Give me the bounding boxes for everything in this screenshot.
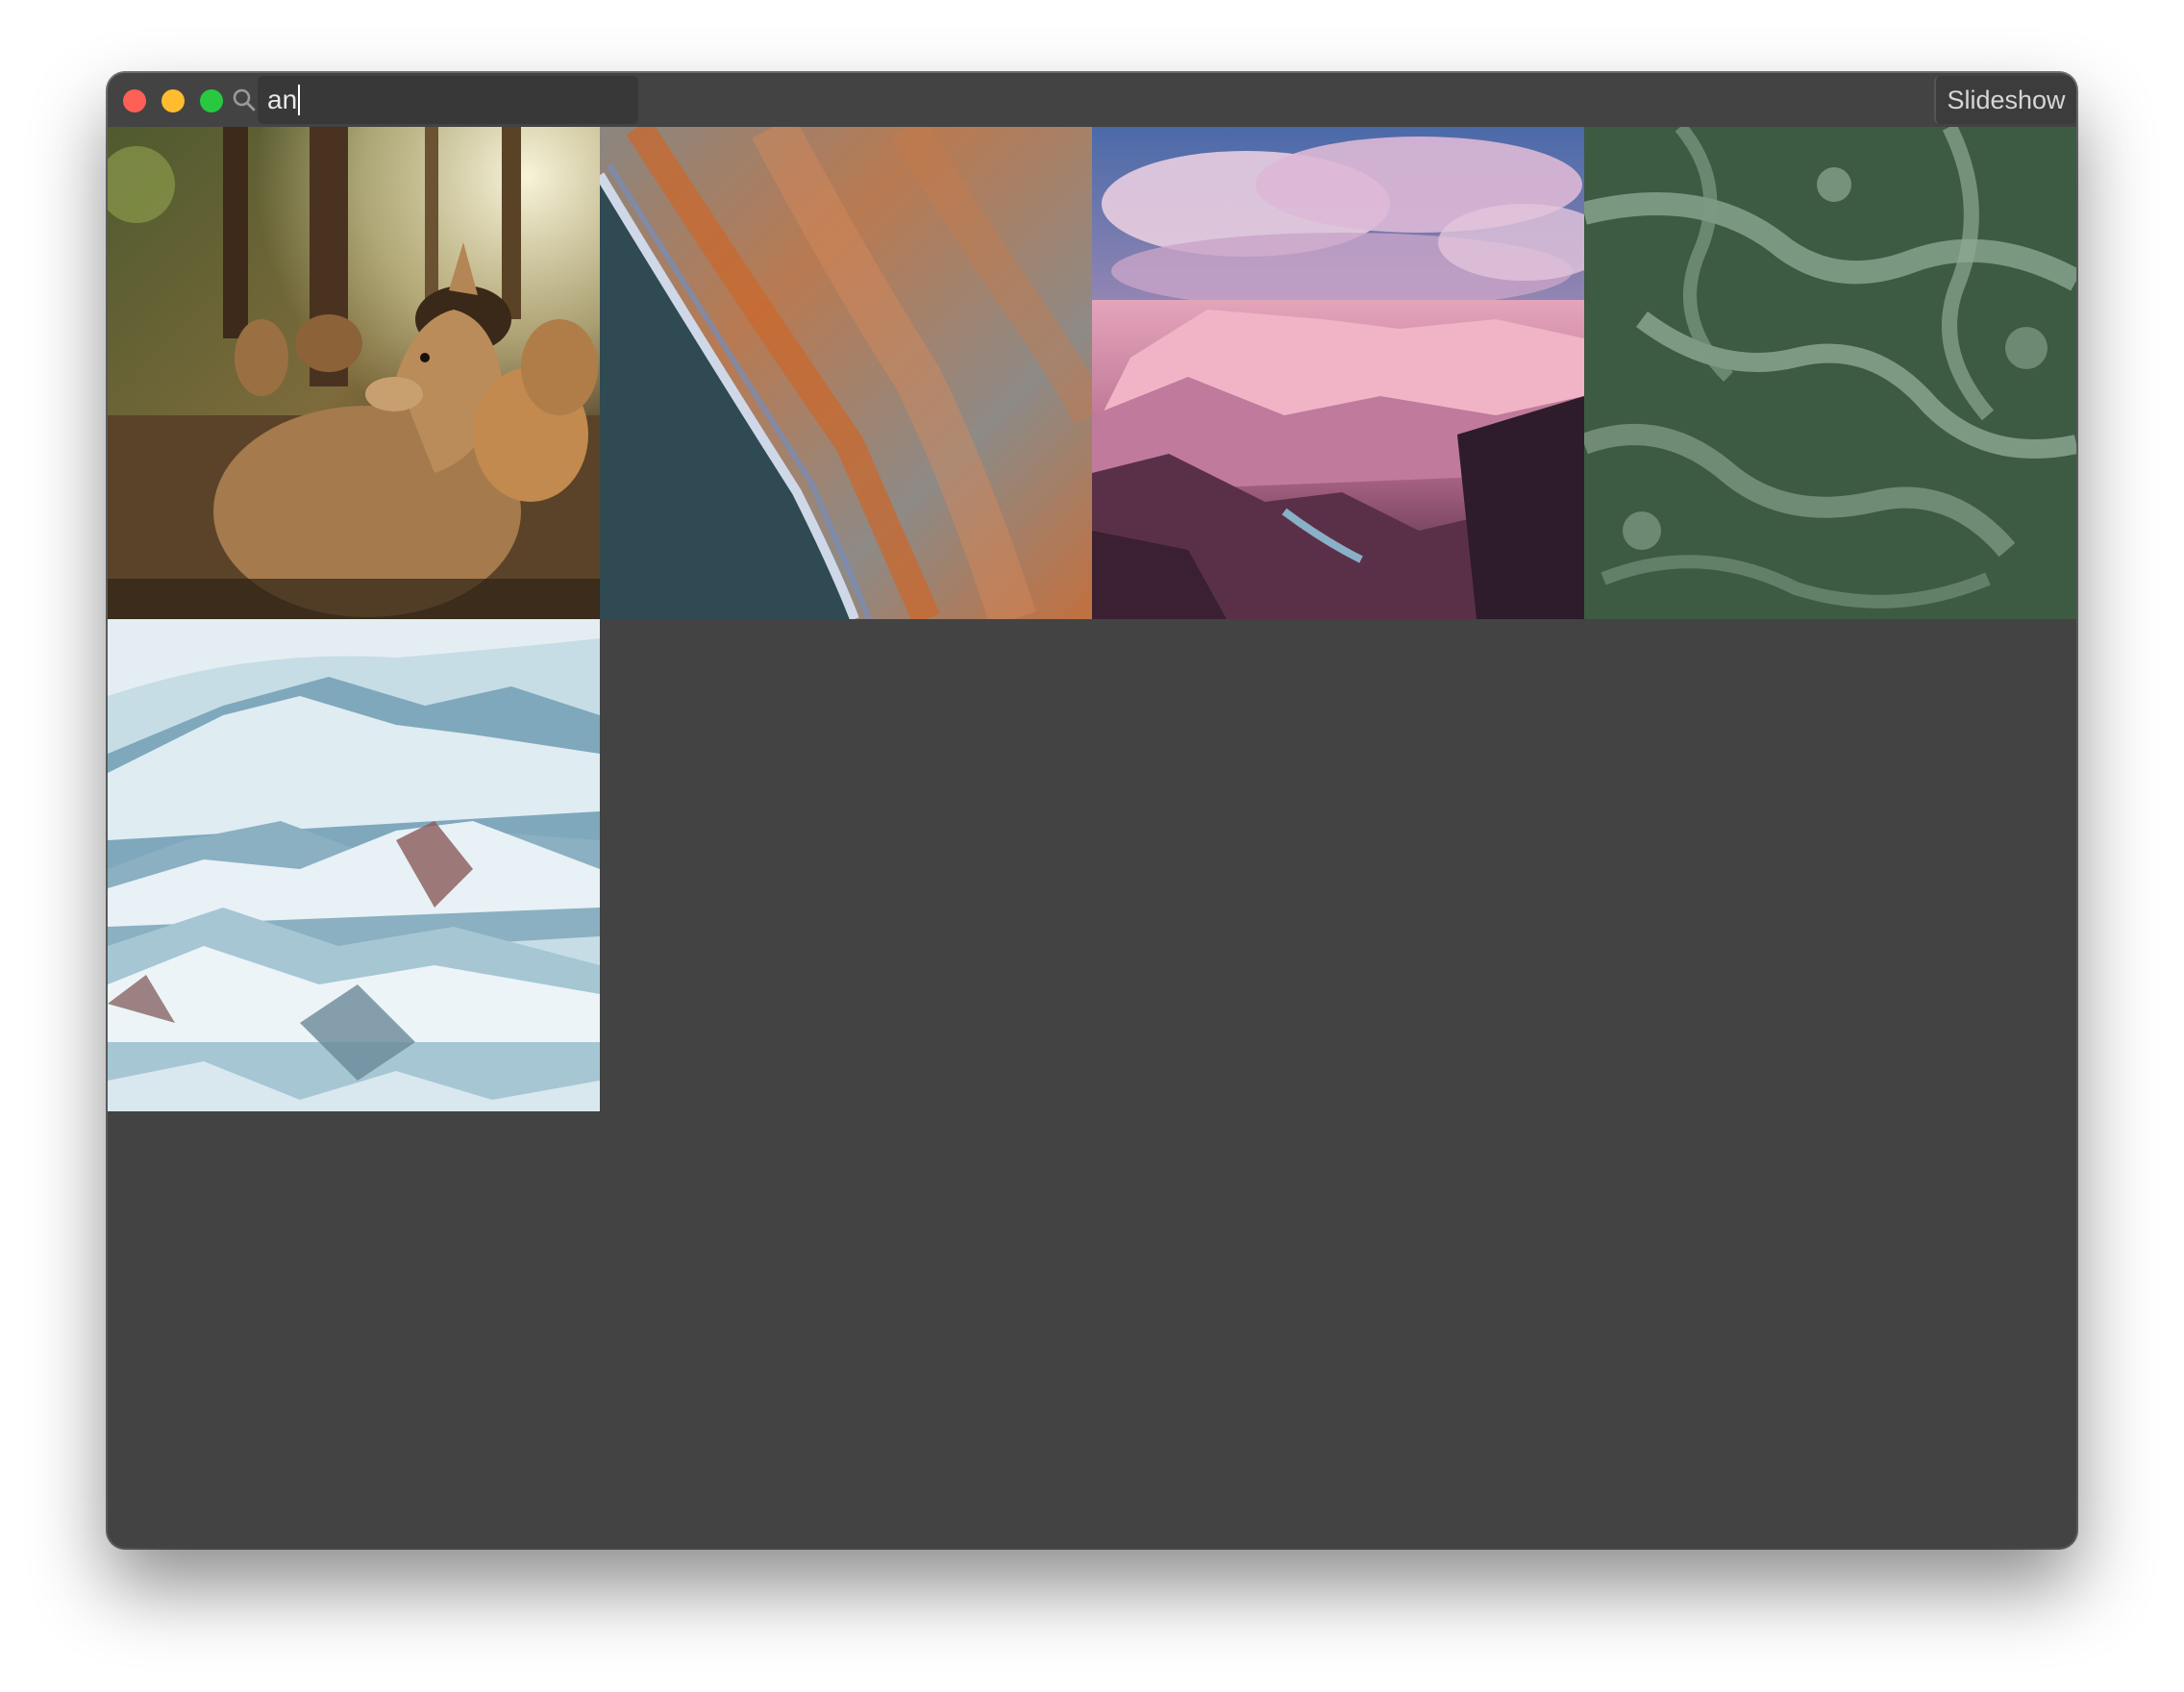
title-bar: an Slideshow <box>108 73 2076 127</box>
image-thumbnail-canyon[interactable] <box>1092 127 1584 619</box>
deer-photo <box>108 127 600 619</box>
image-thumbnail-snowy-mountains[interactable] <box>108 619 600 1111</box>
image-thumbnail-deer[interactable] <box>108 127 600 619</box>
snowy-mountains-photo <box>108 619 600 1111</box>
search-input-value: an <box>267 85 298 114</box>
canyon-painting <box>1092 127 1584 619</box>
image-grid <box>108 127 2076 1111</box>
image-thumbnail-coastline[interactable] <box>600 127 1092 619</box>
image-thumbnail-sea-foam[interactable] <box>1584 127 2076 619</box>
slideshow-button[interactable]: Slideshow <box>1934 76 2076 124</box>
search-input[interactable]: an <box>258 76 638 124</box>
search-icon <box>233 88 256 112</box>
text-caret <box>298 85 301 115</box>
aerial-coastline-photo <box>600 127 1092 619</box>
app-window: an Slideshow <box>108 73 2076 1548</box>
close-window-button[interactable] <box>123 89 146 112</box>
minimize-window-button[interactable] <box>161 89 185 112</box>
maximize-window-button[interactable] <box>200 89 223 112</box>
sea-foam-photo <box>1584 127 2076 619</box>
